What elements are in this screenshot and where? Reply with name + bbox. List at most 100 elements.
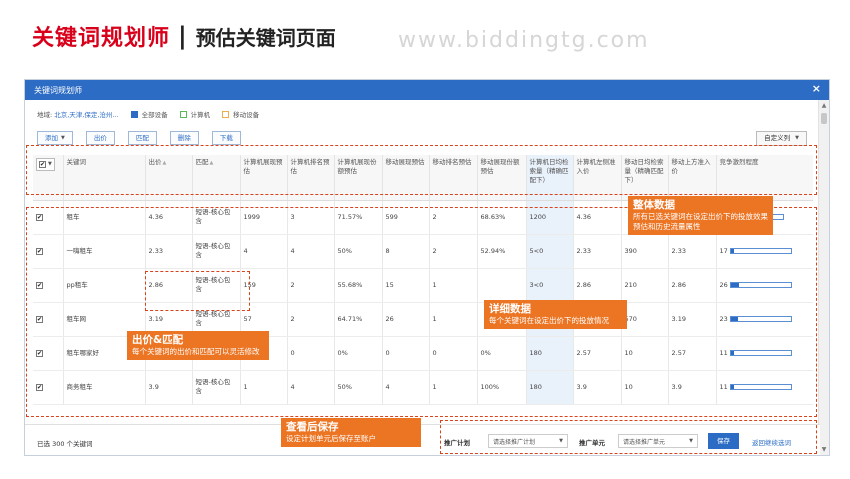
back-to-select-link[interactable]: 返回继续选词 — [752, 437, 791, 447]
row-select-cell[interactable]: ✔ — [33, 370, 63, 405]
select-all-header[interactable]: ✔ ▼ — [33, 155, 63, 201]
row-checkbox[interactable]: ✔ — [36, 247, 43, 255]
chevron-down-icon: ▼ — [795, 135, 799, 141]
row-select-cell[interactable]: ✔ — [33, 302, 63, 337]
cell-match[interactable]: 短语-核心包含 — [191, 268, 240, 303]
cell-m-price: 2.33 — [667, 234, 716, 269]
competition-value: 17 — [719, 246, 728, 255]
bid-match-callout: 出价&匹配 每个关键词的出价和匹配可以灵活修改 — [127, 331, 269, 360]
col-header[interactable]: 计算机展现份额预估 — [333, 155, 382, 201]
scroll-thumb[interactable] — [821, 113, 827, 124]
save-button[interactable]: 保存 — [708, 433, 739, 449]
row-checkbox[interactable]: ✔ — [36, 349, 43, 357]
col-header[interactable]: 关键词 — [62, 155, 145, 201]
cell-pc-search: 180 — [525, 370, 573, 405]
cell-match[interactable]: 短语-核心包含 — [191, 234, 240, 269]
callout-title: 出价&匹配 — [132, 334, 184, 346]
chevron-down-icon: ▼ — [61, 135, 65, 141]
competition-bar-fill — [730, 283, 740, 287]
bid-button[interactable]: 出价 — [85, 131, 115, 145]
cell-m-price: 2.86 — [667, 268, 716, 303]
col-header[interactable]: 移动排名预估 — [428, 155, 477, 201]
page-title-main: 关键词规划师 — [32, 26, 171, 51]
cell-kw: 一嗨租车 — [62, 234, 145, 269]
cell-bid[interactable]: 3.9 — [144, 370, 192, 405]
competition-bar — [729, 316, 792, 322]
row-checkbox[interactable]: ✔ — [36, 383, 43, 391]
custom-columns-button[interactable]: 自定义列 ▼ — [756, 131, 807, 146]
competition-bar-fill — [730, 385, 734, 389]
cell-competition: 11 — [715, 336, 813, 371]
cell-pc-search: 5<0 — [525, 234, 573, 269]
cell-pc-imp: 159 — [239, 268, 287, 303]
cell-match[interactable]: 短语-核心包含 — [191, 370, 240, 405]
cell-pc-share: 71.57% — [333, 200, 382, 235]
col-header[interactable]: 计算机排名预估 — [286, 155, 334, 201]
close-icon[interactable]: × — [812, 82, 821, 95]
col-header[interactable]: 移动上方准入价 — [667, 155, 716, 201]
checkbox-filled-icon — [130, 110, 138, 118]
select-all-checkbox[interactable]: ✔ ▼ — [36, 158, 55, 171]
table-row: ✔ pp租车 2.86 短语-核心包含 159 2 55.68% 15 1 3<0 2.86 210 2… — [33, 268, 813, 303]
scroll-down-icon[interactable]: ▼ — [819, 445, 829, 455]
cell-pc-search: 180 — [525, 336, 573, 371]
col-header[interactable]: 匹配▲ — [191, 155, 240, 201]
row-checkbox[interactable]: ✔ — [36, 281, 43, 289]
cell-bid[interactable]: 4.36 — [144, 200, 192, 235]
col-header[interactable]: 竞争激烈程度 — [715, 155, 813, 201]
cell-pc-rank: 2 — [286, 302, 334, 337]
col-header[interactable]: 计算机日均检索量（精确匹配下） — [525, 155, 573, 201]
add-button[interactable]: 添加 ▼ — [37, 131, 73, 145]
cell-bid[interactable]: 2.33 — [144, 234, 192, 269]
cell-pc-share: 55.68% — [333, 268, 382, 303]
scroll-up-icon[interactable]: ▲ — [819, 101, 829, 111]
cell-m-rank: 0 — [428, 336, 477, 371]
vertical-scrollbar[interactable]: ▲ ▼ — [818, 100, 829, 455]
chevron-down-icon: ▼ — [689, 438, 693, 444]
row-checkbox[interactable]: ✔ — [36, 315, 43, 323]
col-header[interactable]: 计算机左侧准入价 — [572, 155, 621, 201]
cell-m-share: 0% — [476, 336, 526, 371]
cell-m-rank: 1 — [428, 370, 477, 405]
competition-value: 23 — [719, 314, 728, 323]
download-button[interactable]: 下载 — [211, 131, 241, 145]
row-checkbox[interactable]: ✔ — [36, 213, 43, 221]
competition-value: 11 — [719, 382, 728, 391]
col-header[interactable]: 移动展现份额预估 — [476, 155, 526, 201]
plan-select[interactable]: 请选择推广计划 ▼ — [488, 434, 568, 448]
cell-m-search: 210 — [620, 268, 668, 303]
plan-label: 推广计划 — [444, 439, 470, 447]
cell-m-imp: 15 — [381, 268, 429, 303]
region-link[interactable]: 北京,天津,保定,沧州... — [54, 109, 118, 119]
col-header[interactable]: 出价▲ — [144, 155, 192, 201]
unit-select[interactable]: 请选择推广单元 ▼ — [618, 434, 698, 448]
delete-button[interactable]: 删除 — [169, 131, 199, 145]
competition-bar — [729, 350, 792, 356]
row-select-cell[interactable]: ✔ — [33, 336, 63, 371]
chevron-down-icon: ▼ — [559, 438, 563, 444]
cell-bid[interactable]: 2.86 — [144, 268, 192, 303]
col-header[interactable]: 计算机展现预估 — [239, 155, 287, 201]
region-label: 地域: — [37, 111, 53, 119]
cell-m-search: 390 — [620, 234, 668, 269]
row-select-cell[interactable]: ✔ — [33, 234, 63, 269]
cell-match[interactable]: 短语-核心包含 — [191, 200, 240, 235]
cell-competition: 26 — [715, 268, 813, 303]
competition-bar — [729, 384, 792, 390]
col-header[interactable]: 移动日均检索量（精确匹配下） — [620, 155, 668, 201]
cell-pc-share: 50% — [333, 234, 382, 269]
cell-pc-price: 2.86 — [572, 268, 621, 303]
cell-pc-rank: 4 — [286, 234, 334, 269]
cell-pc-price: 2.33 — [572, 234, 621, 269]
row-select-cell[interactable]: ✔ — [33, 268, 63, 303]
cell-m-share: 68.63% — [476, 200, 526, 235]
cell-pc-rank: 2 — [286, 268, 334, 303]
device-all-option[interactable]: 全部设备 — [130, 109, 168, 119]
match-button[interactable]: 匹配 — [127, 131, 157, 145]
device-pc-option[interactable]: 计算机 — [179, 109, 210, 119]
competition-bar-fill — [730, 317, 738, 321]
col-header[interactable]: 移动展现预估 — [381, 155, 429, 201]
overall-data-callout: 整体数据 所有已选关键词在设定出价下的投放效果预估和历史流量属性 — [628, 196, 773, 235]
device-mobile-option[interactable]: 移动设备 — [222, 109, 259, 119]
row-select-cell[interactable]: ✔ — [33, 200, 63, 235]
